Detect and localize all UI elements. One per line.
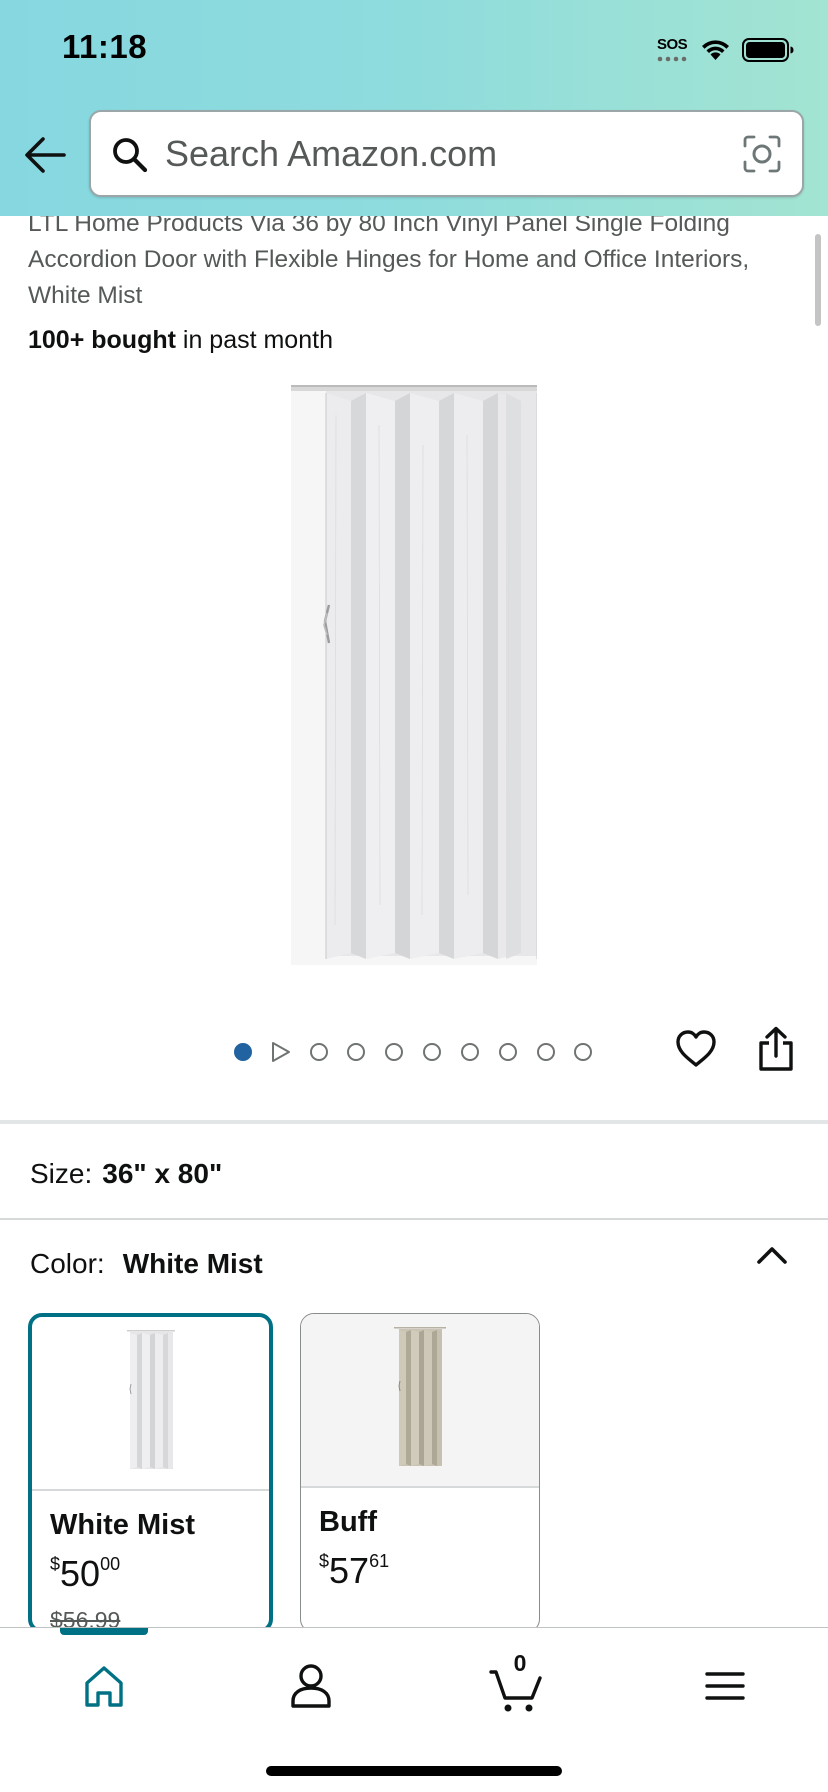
- bought-count: 100+ bought: [28, 326, 176, 354]
- sos-indicator: SOS: [657, 36, 688, 53]
- nav-home[interactable]: [74, 1656, 134, 1716]
- carousel-dot-active[interactable]: [234, 1043, 252, 1061]
- color-value: White Mist: [122, 1248, 263, 1279]
- swatch-price: $5761: [319, 1550, 389, 1592]
- color-swatch-white-mist[interactable]: White Mist $5000 $56.99: [28, 1313, 273, 1633]
- search-input[interactable]: [165, 126, 705, 182]
- product-title[interactable]: LTL Home Products Via 36 by 80 Inch Viny…: [28, 206, 798, 314]
- row-divider: [0, 1218, 828, 1220]
- carousel-dot[interactable]: [385, 1043, 403, 1061]
- status-time: 11:18: [62, 28, 148, 65]
- swatch-name: Buff: [319, 1506, 377, 1538]
- size-selector[interactable]: Size: 36" x 80": [30, 1158, 222, 1190]
- carousel-dot[interactable]: [461, 1043, 479, 1061]
- price-whole: 50: [60, 1553, 101, 1594]
- buff-door-thumbnail: [390, 1326, 450, 1468]
- bought-in-past-month: 100+ bought in past month: [28, 326, 333, 355]
- home-icon: [85, 1666, 123, 1707]
- home-indicator[interactable]: [266, 1766, 562, 1776]
- size-label: Size:: [30, 1158, 93, 1189]
- person-icon: [291, 1664, 331, 1708]
- swatch-price: $5000: [50, 1553, 120, 1595]
- carousel-dot[interactable]: [537, 1043, 555, 1061]
- cart-count-badge: 0: [513, 1650, 527, 1676]
- share-icon[interactable]: [757, 1026, 795, 1072]
- camera-lens-icon[interactable]: [742, 134, 782, 174]
- swatch-divider: [32, 1489, 269, 1491]
- back-arrow-icon[interactable]: [24, 136, 66, 174]
- swatch-divider: [301, 1486, 539, 1488]
- nav-menu[interactable]: [695, 1656, 755, 1716]
- carousel-dot[interactable]: [347, 1043, 365, 1061]
- swatch-name: White Mist: [50, 1509, 195, 1541]
- size-value: 36" x 80": [102, 1158, 223, 1189]
- search-icon: [113, 138, 148, 173]
- section-divider: [0, 1120, 828, 1124]
- color-label: Color:: [30, 1248, 105, 1279]
- wifi-icon: [702, 40, 729, 60]
- video-play-icon[interactable]: [270, 1040, 292, 1064]
- search-bar[interactable]: [89, 110, 804, 197]
- carousel-dot[interactable]: [423, 1043, 441, 1061]
- price-fraction: 61: [369, 1551, 390, 1571]
- nav-account[interactable]: [281, 1656, 341, 1716]
- price-whole: 57: [329, 1550, 370, 1591]
- bought-period: in past month: [175, 326, 333, 354]
- carousel-dot[interactable]: [499, 1043, 517, 1061]
- color-swatch-buff[interactable]: Buff $5761: [300, 1313, 540, 1633]
- signal-dots-icon: [657, 56, 687, 62]
- price-currency: $: [50, 1554, 61, 1574]
- page-scrollbar[interactable]: [815, 234, 821, 326]
- color-selector[interactable]: Color: White Mist: [30, 1248, 263, 1280]
- carousel-dot[interactable]: [574, 1043, 592, 1061]
- chevron-up-icon[interactable]: [756, 1244, 788, 1266]
- heart-icon[interactable]: [675, 1028, 717, 1070]
- active-tab-indicator: [60, 1628, 148, 1635]
- price-currency: $: [319, 1551, 330, 1571]
- app-header: 11:18 SOS: [0, 0, 828, 216]
- white-door-thumbnail: [120, 1329, 181, 1471]
- hamburger-menu-icon: [705, 1672, 745, 1700]
- nav-cart[interactable]: 0: [486, 1650, 546, 1716]
- swatch-image: [32, 1317, 269, 1489]
- swatch-image: [301, 1314, 539, 1486]
- carousel-dot[interactable]: [310, 1043, 328, 1061]
- battery-icon: [742, 38, 794, 62]
- price-fraction: 00: [100, 1554, 121, 1574]
- product-image[interactable]: [291, 385, 537, 965]
